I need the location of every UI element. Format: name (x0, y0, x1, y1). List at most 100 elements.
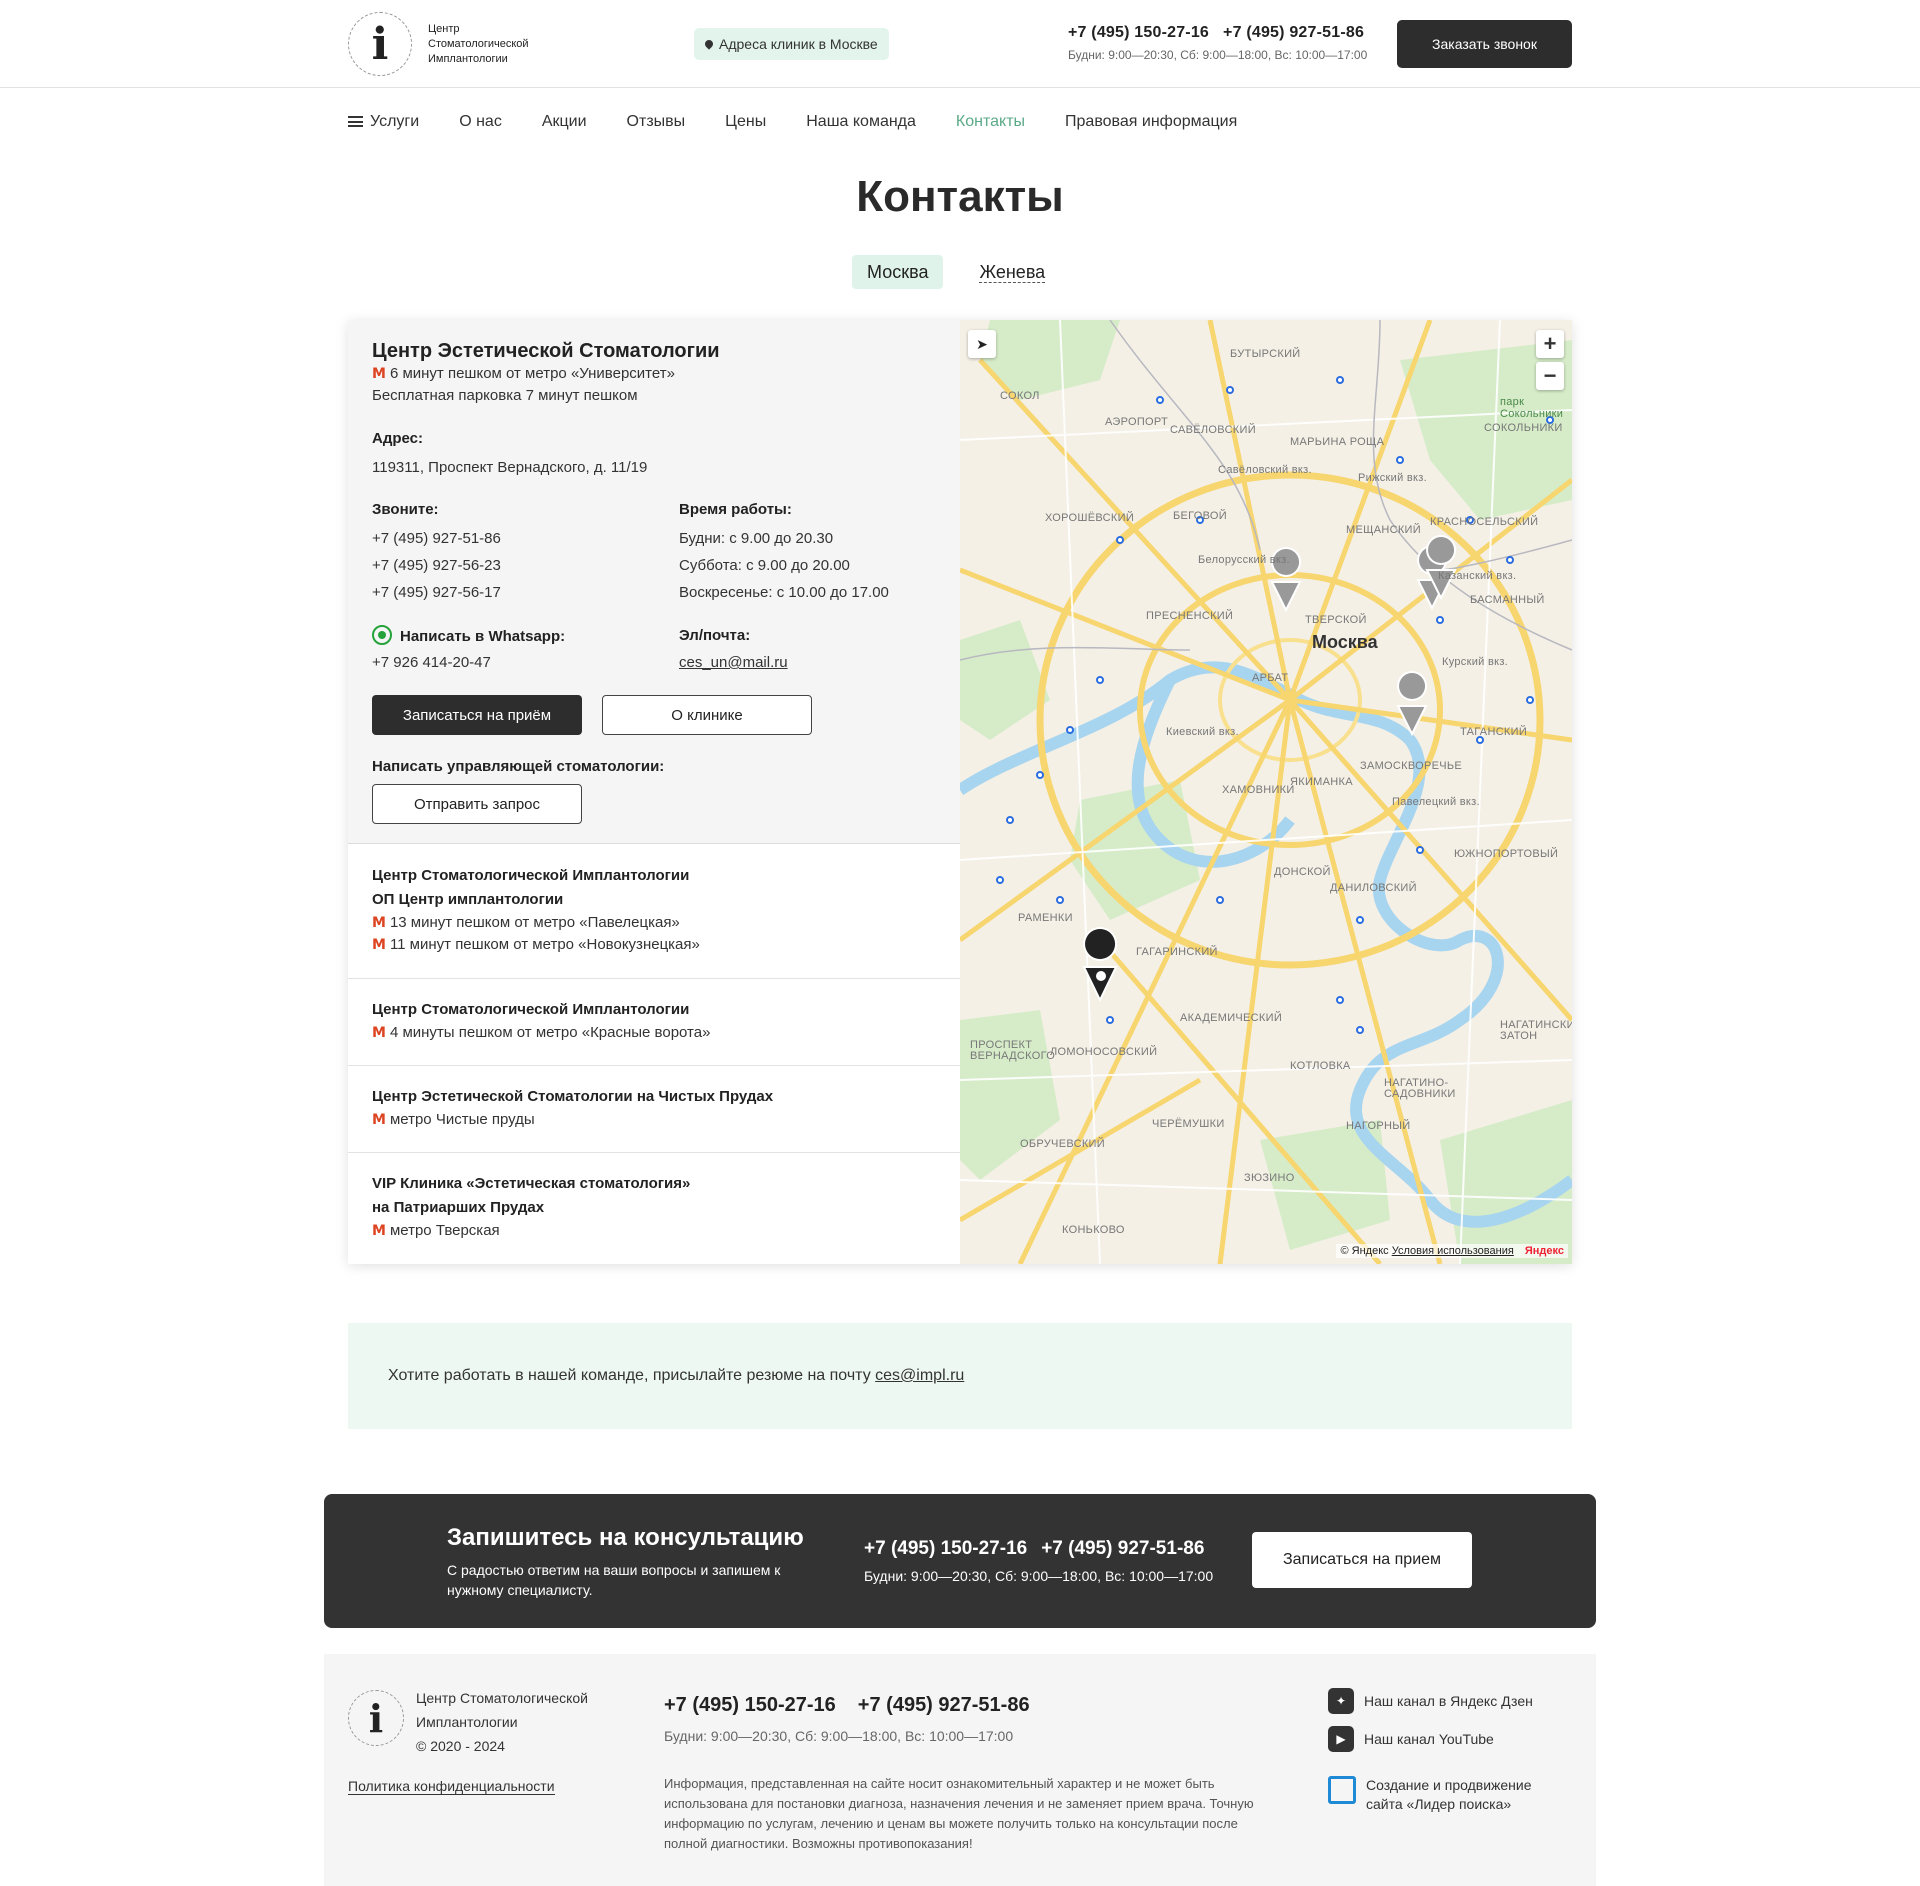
whatsapp-number[interactable]: +7 926 414-20-47 (372, 654, 491, 671)
book-appointment-button[interactable]: Записаться на приём (372, 695, 582, 735)
map-label: АКАДЕМИЧЕСКИЙ (1180, 1012, 1283, 1024)
clinic-item[interactable]: Центр Стоматологической Имплантологии М4… (348, 979, 960, 1066)
tab-moscow[interactable]: Москва (852, 255, 944, 289)
map-label: КОНЬКОВО (1062, 1224, 1125, 1236)
logo-text[interactable]: Центр Стоматологической Имплантологии (428, 22, 548, 67)
clinic-phone-2[interactable]: +7 (495) 927-56-23 (372, 557, 501, 574)
locate-icon[interactable]: ➤ (968, 330, 996, 358)
address-label: Адрес: (372, 430, 423, 447)
map-label: ХАМОВНИКИ (1222, 784, 1295, 796)
nav-item-reviews[interactable]: Отзывы (627, 113, 686, 131)
zoom-out-button[interactable]: − (1536, 362, 1564, 390)
map-label: БЕГОВОЙ (1173, 510, 1227, 522)
whatsapp-label-text: Написать в Whatsapp: (400, 628, 566, 645)
manager-label: Написать управляющей стоматологии: (372, 758, 665, 775)
header-hours: Будни: 9:00—20:30, Сб: 9:00—18:00, Вс: 1… (1068, 48, 1368, 62)
map-label: ПРЕСНЕНСКИЙ (1146, 610, 1234, 622)
yandex-logo[interactable]: Яндекс (1525, 1245, 1564, 1257)
zoom-in-button[interactable]: + (1536, 330, 1564, 358)
clinic-item[interactable]: Центр Эстетической Стоматологии на Чисты… (348, 1066, 960, 1153)
footer-logo-icon[interactable]: i (348, 1690, 404, 1746)
clinic-metro-text: метро Тверская (389, 1222, 500, 1239)
nav-item-prices[interactable]: Цены (725, 113, 766, 131)
clinic-phone-1[interactable]: +7 (495) 927-51-86 (372, 530, 501, 547)
about-clinic-button[interactable]: О клинике (602, 695, 812, 735)
clinics-map[interactable]: БУТЫРСКИЙ СОКОЛ АЭРОПОРТ САВЁЛОВСКИЙ МАР… (960, 320, 1572, 1264)
clinic-item[interactable]: Центр Стоматологической Имплантологии ОП… (348, 844, 960, 979)
cta-book-button[interactable]: Записаться на прием (1252, 1532, 1472, 1588)
map-label: АЭРОПОРТ (1105, 416, 1169, 428)
youtube-channel-link[interactable]: ▶ Наш канал YouTube (1328, 1726, 1494, 1752)
lider-poiska-icon (1328, 1776, 1356, 1804)
consultation-cta: Запишитесь на консультацию С радостью от… (324, 1494, 1596, 1628)
request-call-button[interactable]: Заказать звонок (1397, 20, 1572, 68)
nav-item-about[interactable]: О нас (459, 113, 502, 131)
map-label: МАРЬИНА РОЩА (1290, 436, 1385, 448)
clinic-addresses-button[interactable]: Адреса клиник в Москве (694, 28, 889, 60)
map-label: ХОРОШЁВСКИЙ (1045, 512, 1135, 524)
privacy-policy-link[interactable]: Политика конфиденциальности (348, 1778, 555, 1795)
clinic-metro: М4 минуты пешком от метро «Красные ворот… (372, 1022, 710, 1044)
cta-hours: Будни: 9:00—20:30, Сб: 9:00—18:00, Вс: 1… (864, 1568, 1214, 1584)
metro-icon: М (372, 1025, 386, 1041)
header-phone-2[interactable]: +7 (495) 927-51-86 (1223, 24, 1364, 41)
clinic-metro-text: 11 минут пешком от метро «Новокузнецкая» (389, 936, 700, 953)
cta-phone-1[interactable]: +7 (495) 150-27-16 (864, 1538, 1027, 1559)
map-city-label: Москва (1312, 632, 1378, 652)
footer-hours: Будни: 9:00—20:30, Сб: 9:00—18:00, Вс: 1… (664, 1728, 1014, 1744)
logo-icon[interactable]: i (348, 12, 412, 76)
map-label: ЧЕРЁМУШКИ (1152, 1118, 1225, 1130)
nav-item-team[interactable]: Наша команда (806, 113, 916, 131)
nav-item-legal[interactable]: Правовая информация (1065, 113, 1237, 131)
hours-label: Время работы: (679, 501, 792, 518)
page-title: Контакты (856, 172, 1064, 221)
send-request-button[interactable]: Отправить запрос (372, 784, 582, 824)
youtube-channel-label: Наш канал YouTube (1364, 1731, 1494, 1747)
zen-channel-link[interactable]: ✦ Наш канал в Яндекс Дзен (1328, 1688, 1533, 1714)
nav-item-contacts[interactable]: Контакты (956, 113, 1025, 131)
hours-sunday: Воскресенье: с 10.00 до 17.00 (679, 584, 889, 601)
lider-poiska-link[interactable]: Создание и продвижение сайта «Лидер поис… (1328, 1776, 1546, 1814)
map-label: ОБРУЧЕВСКИЙ (1020, 1138, 1105, 1150)
map-label: САВЁЛОВСКИЙ (1170, 424, 1256, 436)
map-label: ЯКИМАНКА (1290, 776, 1353, 788)
active-clinic-metro-text: 6 минут пешком от метро «Университет» (389, 365, 675, 382)
youtube-icon: ▶ (1328, 1726, 1354, 1752)
map-terms-link[interactable]: Условия использования (1392, 1245, 1514, 1257)
footer-phone-1[interactable]: +7 (495) 150-27-16 (664, 1694, 836, 1716)
clinic-subtitle: на Патриарших Прудах (372, 1199, 545, 1216)
map-label: ЗАМОСКВОРЕЧЬЕ (1360, 760, 1463, 772)
active-clinic-name: Центр Эстетической Стоматологии (372, 340, 720, 362)
clinic-subtitle: ОП Центр имплантологии (372, 891, 564, 908)
city-tabs: Москва Женева (852, 255, 1046, 289)
clinic-metro-text: 13 минут пешком от метро «Павелецкая» (389, 914, 680, 931)
resume-email-link[interactable]: ces@impl.ru (875, 1367, 964, 1384)
map-label: СОКОЛ (1000, 390, 1040, 402)
cta-phone-2[interactable]: +7 (495) 927-51-86 (1041, 1538, 1204, 1559)
phones-label: Звоните: (372, 501, 439, 518)
active-clinic-parking: Бесплатная парковка 7 минут пешком (372, 387, 638, 404)
nav-item-services[interactable]: Услуги (348, 113, 419, 131)
map-label: АРБАТ (1252, 672, 1289, 684)
footer-phone-2[interactable]: +7 (495) 927-51-86 (858, 1694, 1030, 1716)
hours-saturday: Суббота: с 9.00 до 20.00 (679, 557, 850, 574)
tab-geneva[interactable]: Женева (979, 255, 1046, 283)
site-header: i Центр Стоматологической Имплантологии … (0, 0, 1920, 88)
metro-icon: М (372, 366, 386, 382)
nav-item-promotions[interactable]: Акции (542, 113, 587, 131)
header-phone-1[interactable]: +7 (495) 150-27-16 (1068, 24, 1209, 41)
cta-subtitle: С радостью ответим на ваши вопросы и зап… (447, 1562, 781, 1598)
map-label: МЕЩАНСКИЙ (1346, 524, 1421, 536)
clinic-metro-text: метро Чистые пруды (389, 1111, 535, 1128)
map-label: ТВЕРСКОЙ (1305, 614, 1367, 626)
clinic-title: Центр Эстетической Стоматологии на Чисты… (372, 1088, 774, 1105)
map-label: Белорусский вкз. (1198, 554, 1290, 566)
clinic-phone-3[interactable]: +7 (495) 927-56-17 (372, 584, 501, 601)
map-label: ДОНСКОЙ (1274, 866, 1331, 878)
map-label: РАМЕНКИ (1018, 912, 1073, 924)
clinic-item[interactable]: VIP Клиника «Эстетическая стоматология» … (348, 1153, 960, 1264)
clinic-title: VIP Клиника «Эстетическая стоматология» (372, 1175, 691, 1192)
cta-phones: +7 (495) 150-27-16 +7 (495) 927-51-86 (864, 1538, 1218, 1560)
map-label: ЛОМОНОСОВСКИЙ (1050, 1046, 1158, 1058)
email-link[interactable]: ces_un@mail.ru (679, 654, 788, 671)
